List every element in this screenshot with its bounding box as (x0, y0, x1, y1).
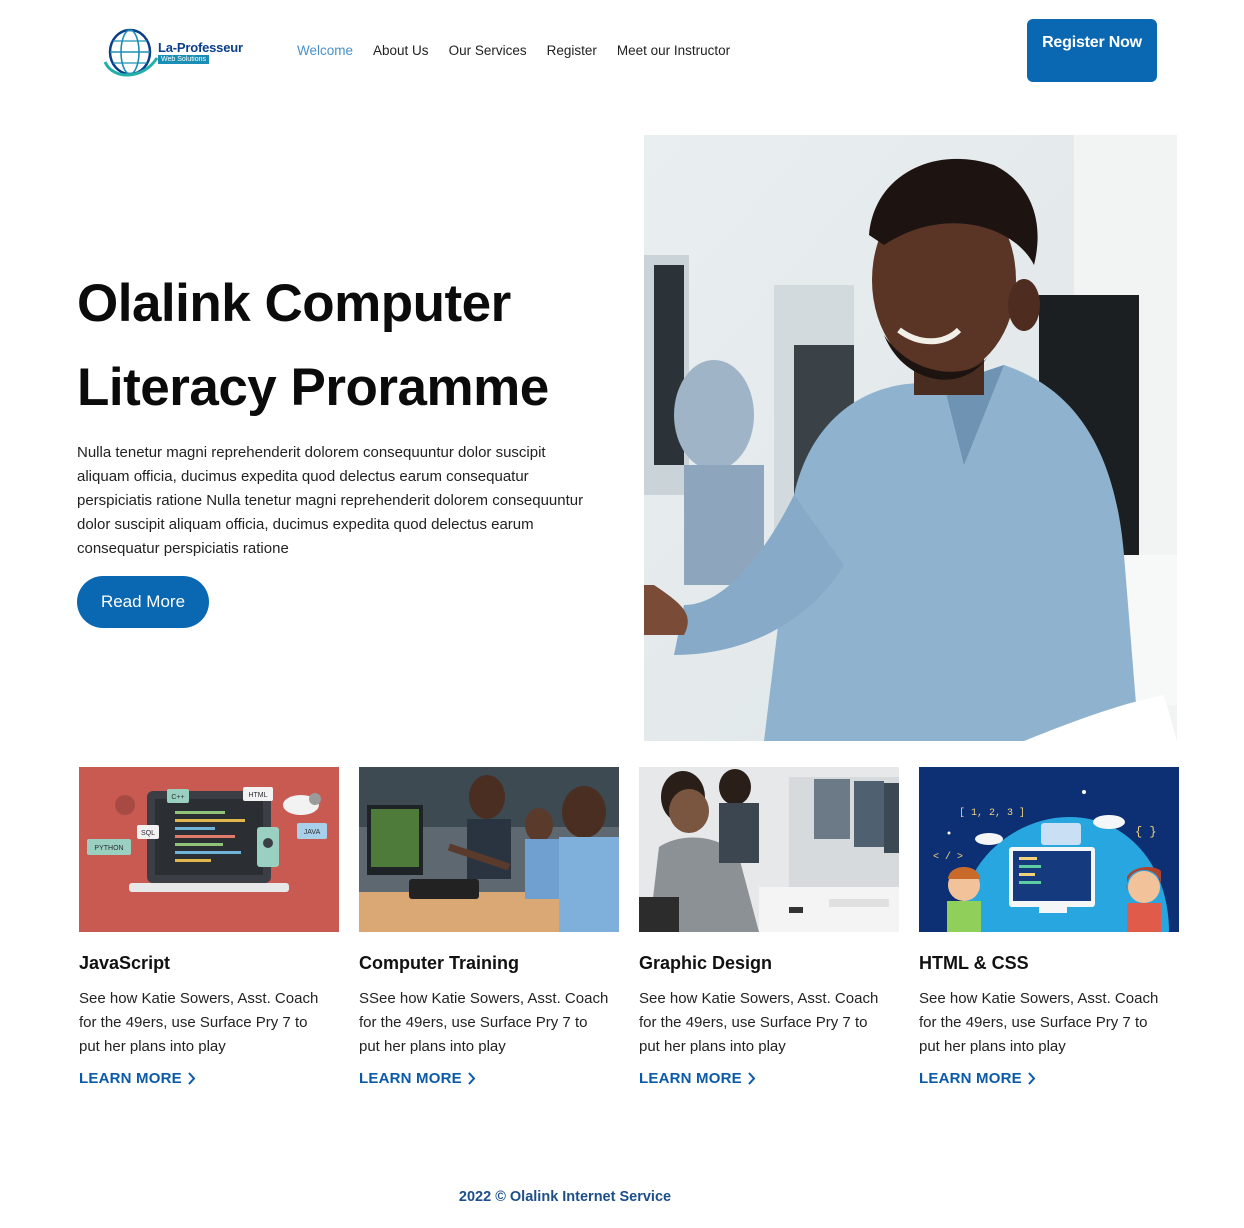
register-now-button[interactable]: Register Now (1027, 19, 1157, 82)
course-card-javascript: C++ HTML SQL PYTHON JAVA JavaScript See … (79, 767, 339, 1088)
card-description: SSee how Katie Sowers, Asst. Coach for t… (359, 990, 609, 1055)
course-card-graphic-design: Graphic Design See how Katie Sowers, Ass… (639, 767, 899, 1088)
javascript-illustration: C++ HTML SQL PYTHON JAVA (79, 767, 339, 932)
main-nav: Welcome About Us Our Services Register M… (297, 43, 730, 58)
array-label: [ 1, 2, 3 ] (959, 807, 1025, 819)
chevron-right-icon (468, 1072, 476, 1085)
hero-photo-student-at-computer (644, 135, 1177, 741)
learn-more-label: LEARN MORE (639, 1070, 742, 1087)
learn-more-label: LEARN MORE (919, 1070, 1022, 1087)
nav-item-about-us[interactable]: About Us (373, 43, 429, 58)
card-title: Computer Training (359, 953, 520, 973)
hero-title-line-2: Literacy Proramme (77, 358, 549, 417)
java-label: JAVA (304, 829, 321, 836)
learn-more-label: LEARN MORE (79, 1070, 182, 1087)
learn-more-label: LEARN MORE (359, 1070, 462, 1087)
braces-label: { } (1135, 825, 1157, 839)
globe-icon (103, 28, 159, 77)
read-more-button[interactable]: Read More (77, 576, 209, 628)
logo-name: La-Professeur (158, 40, 243, 55)
cpp-label: C++ (171, 794, 184, 801)
site-header: La-Professeur Web Solutions Welcome Abou… (0, 0, 1244, 100)
hero-description: Nulla tenetur magni reprehenderit dolore… (77, 444, 584, 557)
graphic-design-photo (639, 767, 899, 932)
logo[interactable]: La-Professeur Web Solutions (103, 22, 253, 82)
learn-more-link[interactable]: LEARN MORE (359, 1070, 476, 1087)
card-description: See how Katie Sowers, Asst. Coach for th… (79, 990, 319, 1055)
learn-more-link[interactable]: LEARN MORE (919, 1070, 1036, 1087)
hero-title-line-1: Olalink Computer (77, 274, 511, 333)
card-title: Graphic Design (639, 953, 773, 973)
tag-label: < / > (933, 851, 963, 863)
python-label: PYTHON (94, 845, 123, 852)
learn-more-link[interactable]: LEARN MORE (639, 1070, 756, 1087)
chevron-right-icon (1028, 1072, 1036, 1085)
nav-item-meet-our-instructor[interactable]: Meet our Instructor (617, 43, 730, 58)
card-description: See how Katie Sowers, Asst. Coach for th… (639, 990, 879, 1055)
chevron-right-icon (188, 1072, 196, 1085)
nav-item-register[interactable]: Register (547, 43, 597, 58)
html-css-illustration: [ 1, 2, 3 ] < / > { } (919, 767, 1179, 932)
logo-tagline: Web Solutions (158, 55, 210, 64)
course-card-html-css: [ 1, 2, 3 ] < / > { } HTML & CSS See how… (919, 767, 1179, 1088)
computer-training-photo (359, 767, 619, 932)
card-title: HTML & CSS (919, 953, 1029, 973)
learn-more-link[interactable]: LEARN MORE (79, 1070, 196, 1087)
nav-item-welcome[interactable]: Welcome (297, 43, 353, 58)
sql-label: SQL (141, 830, 155, 837)
footer-copyright: 2022 © Olalink Internet Service (458, 1189, 672, 1205)
course-card-computer-training: Computer Training SSee how Katie Sowers,… (359, 767, 619, 1088)
nav-item-our-services[interactable]: Our Services (449, 43, 527, 58)
card-description: See how Katie Sowers, Asst. Coach for th… (919, 990, 1159, 1055)
card-title: JavaScript (79, 953, 171, 973)
chevron-right-icon (748, 1072, 756, 1085)
html-label: HTML (248, 792, 267, 799)
hero-title: Olalink Computer Literacy Proramme (77, 262, 617, 430)
